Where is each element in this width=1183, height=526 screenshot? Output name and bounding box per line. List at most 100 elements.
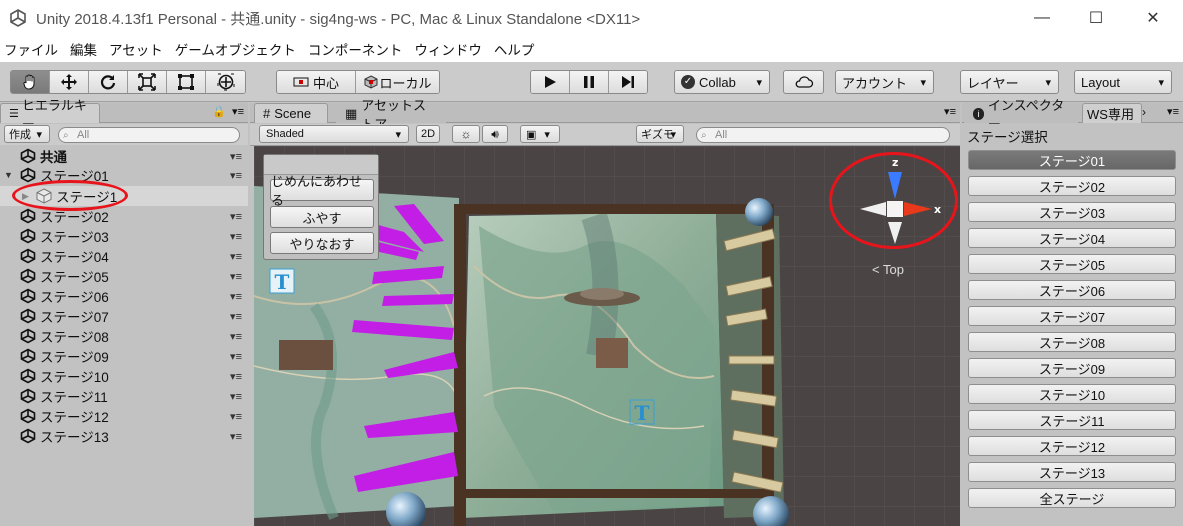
menu-help[interactable]: ヘルプ (494, 39, 535, 59)
tab-ws[interactable]: WS専用 (1082, 103, 1142, 123)
rotate-tool-button[interactable] (89, 71, 128, 93)
scale-tool-button[interactable] (128, 71, 167, 93)
play-button[interactable] (531, 71, 570, 93)
hierarchy-item-label: ステージ08 (40, 330, 109, 345)
tab-hierarchy[interactable]: ☰ ヒエラルキー (0, 98, 100, 132)
chevron-right-icon[interactable]: › (1142, 105, 1146, 119)
transform-tool-button[interactable] (206, 71, 245, 93)
store-icon: ▦ (345, 105, 358, 121)
unity-scene-icon (20, 228, 36, 244)
hand-tool-button[interactable] (11, 71, 50, 93)
sun-icon: ☼ (460, 127, 472, 141)
stage-button[interactable]: ステージ13 (968, 462, 1176, 482)
row-menu-icon[interactable]: ▾≡ (230, 250, 242, 263)
row-menu-icon[interactable]: ▾≡ (230, 290, 242, 303)
row-menu-icon[interactable]: ▾≡ (230, 230, 242, 243)
audio-toggle[interactable]: 🔊︎ (482, 125, 508, 143)
pivot-button[interactable]: 中心 (277, 71, 357, 93)
row-menu-icon[interactable]: ▾≡ (230, 430, 242, 443)
scene-search-input[interactable]: ⌕ All (696, 127, 950, 143)
unity-scene-icon (20, 268, 36, 284)
stage-button[interactable]: 全ステージ (968, 488, 1176, 508)
stage-button[interactable]: ステージ01 (968, 150, 1176, 170)
hierarchy-item[interactable]: ステージ02 ▾≡ (0, 206, 248, 226)
stage-button[interactable]: ステージ05 (968, 254, 1176, 274)
tab-asset-store[interactable]: ▦ アセットストア (336, 98, 446, 132)
hierarchy-item-label: ステージ11 (40, 390, 108, 405)
gizmos-dropdown[interactable]: ギズモ (636, 125, 684, 143)
hierarchy-item[interactable]: ステージ10 ▾≡ (0, 366, 248, 386)
tab-scene[interactable]: # Scene (254, 103, 328, 123)
stage-button[interactable]: ステージ11 (968, 410, 1176, 430)
lighting-toggle[interactable]: ☼ (452, 125, 480, 143)
hierarchy-item[interactable]: ステージ03 ▾≡ (0, 226, 248, 246)
2d-toggle[interactable]: 2D (416, 125, 440, 143)
stage-button[interactable]: ステージ06 (968, 280, 1176, 300)
panel-menu-icon[interactable]: ▾≡ (232, 105, 244, 118)
row-menu-icon[interactable]: ▾≡ (230, 350, 242, 363)
close-button[interactable]: ✕ (1130, 0, 1176, 36)
layout-dropdown[interactable]: Layout (1074, 70, 1172, 94)
row-menu-icon[interactable]: ▾≡ (230, 370, 242, 383)
collab-button[interactable]: ✓ Collab (674, 70, 770, 94)
hierarchy-search-input[interactable]: ⌕ All (58, 127, 240, 143)
stage-button[interactable]: ステージ03 (968, 202, 1176, 222)
menu-edit[interactable]: 編集 (70, 39, 97, 59)
row-menu-icon[interactable]: ▾≡ (230, 169, 242, 182)
row-menu-icon[interactable]: ▾≡ (230, 390, 242, 403)
row-menu-icon[interactable]: ▾≡ (230, 270, 242, 283)
create-dropdown[interactable]: 作成 (4, 125, 50, 143)
minimize-button[interactable]: — (1019, 0, 1065, 36)
menu-file[interactable]: ファイル (4, 39, 58, 59)
stage-button[interactable]: ステージ09 (968, 358, 1176, 378)
row-menu-icon[interactable]: ▾≡ (230, 410, 242, 423)
stage-button[interactable]: ステージ10 (968, 384, 1176, 404)
lock-icon[interactable]: 🔒 (212, 105, 226, 118)
menu-gameobject[interactable]: ゲームオブジェクト (175, 39, 296, 59)
add-button[interactable]: ふやす (270, 206, 374, 228)
cloud-icon (795, 76, 813, 88)
row-menu-icon[interactable]: ▾≡ (230, 150, 242, 163)
hierarchy-header: ☰ ヒエラルキー 🔒 ▾≡ (0, 98, 248, 132)
stage-button[interactable]: ステージ07 (968, 306, 1176, 326)
tab-inspector[interactable]: i インスペクター (964, 98, 1078, 132)
pause-button[interactable] (570, 71, 609, 93)
stage-button[interactable]: ステージ08 (968, 332, 1176, 352)
unity-scene-icon (20, 308, 36, 324)
space-button[interactable]: ローカル (356, 71, 439, 93)
menu-component[interactable]: コンポーネント (308, 39, 403, 59)
row-menu-icon[interactable]: ▾≡ (230, 310, 242, 323)
hierarchy-item[interactable]: ステージ08 ▾≡ (0, 326, 248, 346)
stage-button[interactable]: ステージ12 (968, 436, 1176, 456)
hierarchy-item[interactable]: ステージ12 ▾≡ (0, 406, 248, 426)
panel-menu-icon[interactable]: ▾≡ (1167, 105, 1179, 118)
stage-button[interactable]: ステージ02 (968, 176, 1176, 196)
maximize-button[interactable]: ☐ (1073, 0, 1119, 36)
row-menu-icon[interactable]: ▾≡ (230, 210, 242, 223)
hierarchy-item[interactable]: ステージ04 ▾≡ (0, 246, 248, 266)
row-menu-icon[interactable]: ▾≡ (230, 330, 242, 343)
menu-assets[interactable]: アセット (109, 39, 163, 59)
hierarchy-item[interactable]: ステージ09 ▾≡ (0, 346, 248, 366)
view-label[interactable]: < Top (872, 262, 904, 277)
layers-dropdown[interactable]: レイヤー (960, 70, 1059, 94)
account-dropdown[interactable]: アカウント (835, 70, 934, 94)
shading-dropdown[interactable]: Shaded (259, 125, 409, 143)
hierarchy-item[interactable]: ステージ11 ▾≡ (0, 386, 248, 406)
menu-window[interactable]: ウィンドウ (414, 39, 482, 59)
hierarchy-item[interactable]: 共通 ▾≡ (0, 146, 248, 166)
effects-dropdown[interactable]: ▣ ▾ (520, 125, 560, 143)
hierarchy-item[interactable]: ステージ07 ▾≡ (0, 306, 248, 326)
rect-tool-button[interactable] (167, 71, 206, 93)
panel-menu-icon[interactable]: ▾≡ (944, 105, 956, 118)
expand-arrow-icon[interactable]: ▼ (4, 170, 13, 180)
hierarchy-item[interactable]: ステージ06 ▾≡ (0, 286, 248, 306)
cloud-button[interactable] (783, 70, 824, 94)
align-to-ground-button[interactable]: じめんにあわせる (270, 174, 374, 208)
step-button[interactable] (609, 71, 647, 93)
redo-button[interactable]: やりなおす (270, 232, 374, 254)
hierarchy-item[interactable]: ステージ13 ▾≡ (0, 426, 248, 446)
move-tool-button[interactable] (50, 71, 89, 93)
hierarchy-item[interactable]: ステージ05 ▾≡ (0, 266, 248, 286)
stage-button[interactable]: ステージ04 (968, 228, 1176, 248)
